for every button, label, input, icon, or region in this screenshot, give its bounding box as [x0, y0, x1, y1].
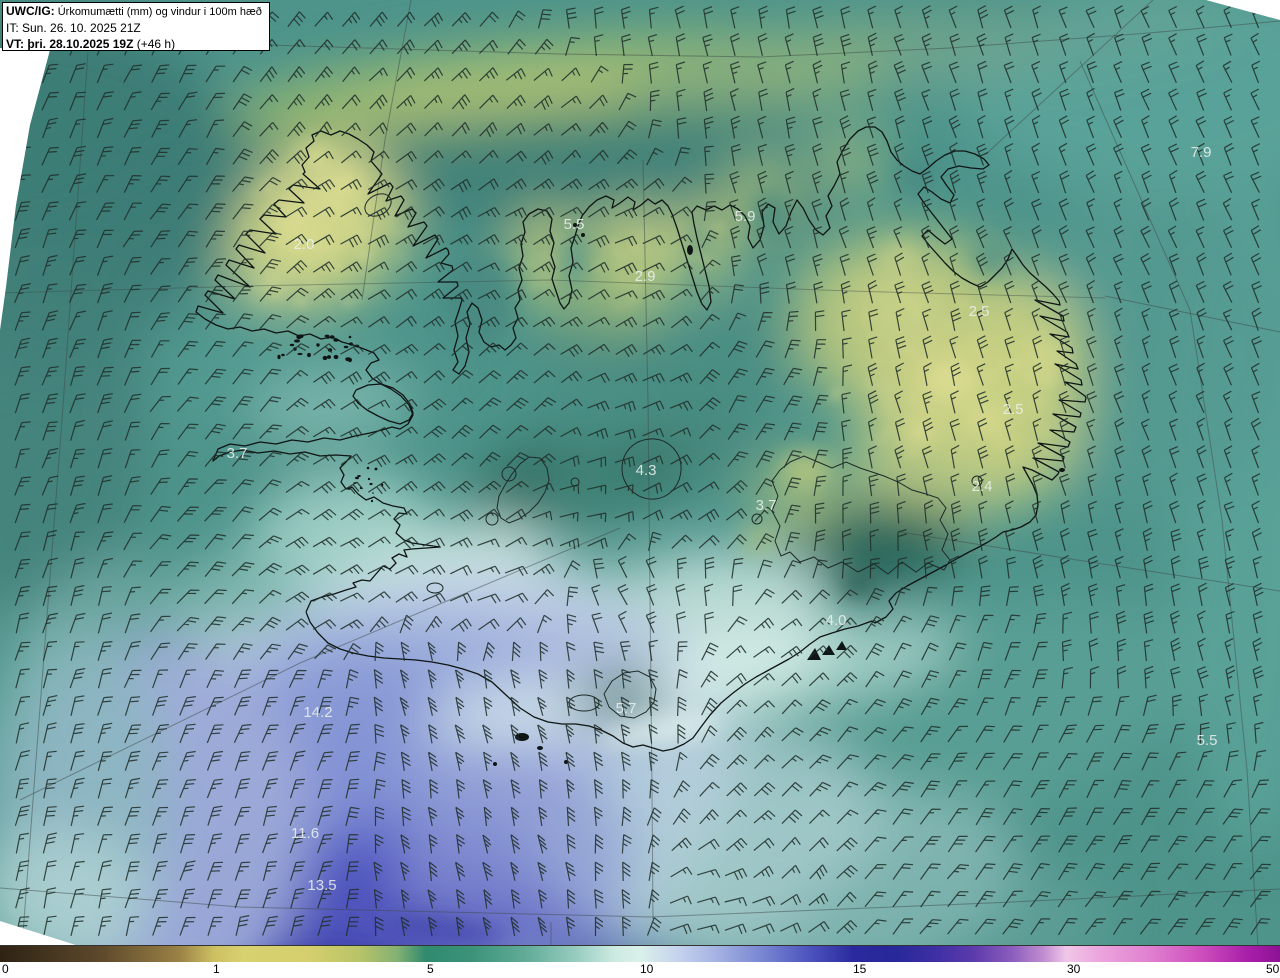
svg-text:5.5: 5.5 [1197, 732, 1218, 749]
svg-text:7.9: 7.9 [1191, 144, 1212, 161]
svg-text:11.6: 11.6 [291, 825, 319, 842]
svg-text:5.7: 5.7 [616, 700, 637, 717]
svg-text:5.9: 5.9 [735, 208, 756, 225]
svg-text:2.0: 2.0 [294, 236, 315, 253]
svg-text:14.2: 14.2 [303, 704, 332, 721]
svg-text:5.5: 5.5 [564, 216, 585, 233]
svg-text:2.4: 2.4 [972, 478, 993, 495]
svg-text:3.7: 3.7 [756, 497, 777, 514]
svg-text:13.5: 13.5 [307, 877, 336, 894]
svg-text:3.7: 3.7 [227, 445, 248, 462]
svg-text:4.0: 4.0 [826, 612, 847, 629]
svg-text:2.9: 2.9 [635, 268, 656, 285]
svg-text:2.5: 2.5 [969, 303, 990, 320]
svg-text:2.5: 2.5 [1003, 401, 1024, 418]
svg-text:4.3: 4.3 [636, 462, 657, 479]
